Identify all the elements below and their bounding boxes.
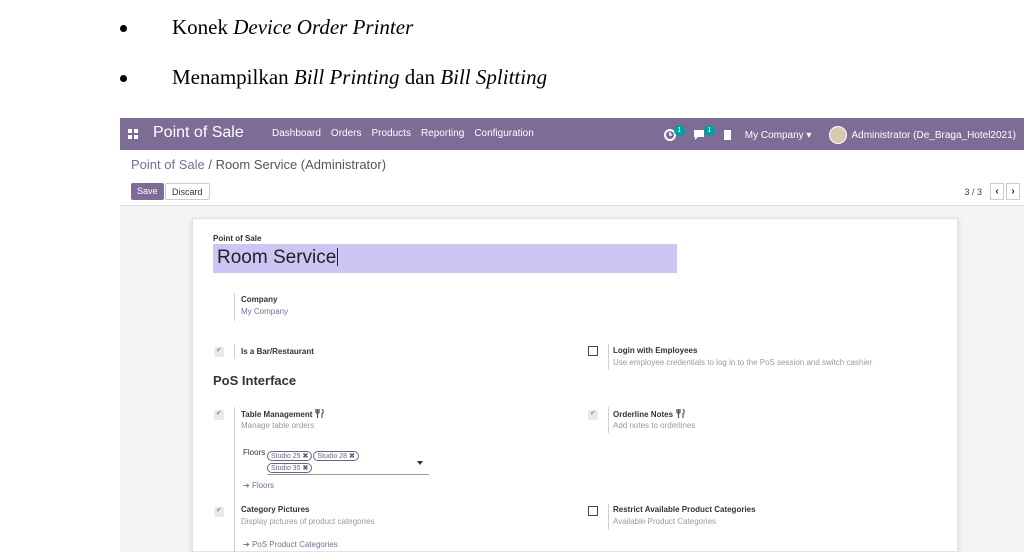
company-label: Company bbox=[241, 295, 278, 304]
dropdown-caret-icon[interactable] bbox=[417, 461, 423, 465]
arrow-right-icon: ➔ bbox=[243, 481, 252, 490]
form-sheet: Point of Sale Room Service Company My Co… bbox=[192, 218, 958, 552]
bullet-dot bbox=[120, 25, 127, 32]
bullet-italic-text: Bill Splitting bbox=[440, 65, 548, 89]
restrict-categories-checkbox[interactable] bbox=[588, 506, 598, 516]
company-switcher[interactable]: My Company ▾ bbox=[745, 130, 812, 141]
field-separator bbox=[234, 407, 235, 505]
menu-configuration[interactable]: Configuration bbox=[474, 128, 533, 139]
document-bullets: Konek Device Order Printer Menampilkan B… bbox=[0, 0, 1024, 112]
arrow-right-icon: ➔ bbox=[243, 540, 252, 549]
table-management-checkbox[interactable] bbox=[214, 409, 224, 420]
company-building-icon bbox=[723, 128, 733, 142]
floors-link[interactable]: ➔ Floors bbox=[243, 481, 274, 490]
company-value[interactable]: My Company bbox=[241, 307, 288, 316]
app-screenshot: Point of Sale Dashboard Orders Products … bbox=[120, 118, 1024, 552]
apps-menu-icon[interactable] bbox=[128, 129, 138, 139]
login-employees-checkbox[interactable] bbox=[588, 346, 598, 356]
remove-tag-icon[interactable]: ✖ bbox=[303, 465, 309, 472]
login-employees-label: Login with Employees bbox=[613, 346, 698, 355]
messages-badge: 1 bbox=[703, 125, 715, 136]
pager-value[interactable]: 3 / 3 bbox=[964, 187, 982, 197]
field-separator bbox=[608, 344, 609, 370]
utensils-icon bbox=[315, 409, 325, 418]
field-separator bbox=[234, 504, 235, 552]
bullet-italic-text: Device Order Printer bbox=[233, 15, 414, 39]
is-bar-label: Is a Bar/Restaurant bbox=[241, 347, 314, 356]
bullet-dot bbox=[120, 75, 127, 82]
orderline-notes-label: Orderline Notes bbox=[613, 409, 685, 419]
orderline-notes-description: Add notes to orderlines bbox=[613, 421, 696, 430]
field-separator bbox=[234, 293, 235, 321]
name-label: Point of Sale bbox=[213, 234, 262, 243]
pager-next-icon[interactable]: › bbox=[1006, 183, 1020, 200]
field-separator bbox=[234, 344, 235, 358]
bullet-italic-text: Bill Printing bbox=[293, 65, 400, 89]
breadcrumb-root-link[interactable]: Point of Sale bbox=[131, 157, 205, 172]
breadcrumb: Point of Sale / Room Service (Administra… bbox=[131, 157, 386, 172]
field-separator bbox=[608, 504, 609, 530]
pager-previous-icon[interactable]: ‹ bbox=[990, 183, 1004, 200]
restrict-categories-label: Restrict Available Product Categories bbox=[613, 505, 756, 514]
user-menu[interactable]: Administrator (De_Braga_Hotel2021) bbox=[851, 130, 1016, 141]
category-pictures-label: Category Pictures bbox=[241, 505, 310, 514]
is-bar-checkbox[interactable] bbox=[214, 346, 224, 357]
login-employees-description: Use employee credentials to log in to th… bbox=[613, 358, 873, 367]
breadcrumb-separator: / bbox=[204, 157, 216, 172]
bullet-text: Konek bbox=[172, 15, 234, 39]
user-avatar[interactable] bbox=[829, 126, 848, 144]
orderline-notes-checkbox[interactable] bbox=[588, 409, 598, 420]
pager: 3 / 3 ‹ › bbox=[964, 183, 1020, 200]
pos-name-input[interactable]: Room Service bbox=[213, 244, 677, 273]
category-pictures-description: Display pictures of product categories bbox=[241, 517, 375, 526]
menu-orders[interactable]: Orders bbox=[331, 128, 362, 139]
main-menu: Dashboard Orders Products Reporting Conf… bbox=[272, 128, 534, 139]
bullet-text: dan bbox=[399, 65, 441, 89]
floors-label: Floors bbox=[243, 448, 266, 457]
menu-products[interactable]: Products bbox=[371, 128, 410, 139]
utensils-icon bbox=[676, 409, 685, 418]
restrict-categories-description: Available Product Categories bbox=[613, 517, 717, 526]
table-management-label: Table Management bbox=[241, 409, 325, 419]
section-title: PoS Interface bbox=[213, 373, 297, 388]
navbar-systray: 1 1 My Company ▾ Administrator (De_Braga… bbox=[663, 125, 1016, 144]
save-button[interactable]: Save bbox=[131, 183, 164, 200]
control-panel: Point of Sale / Room Service (Administra… bbox=[120, 150, 1024, 206]
activity-clock-icon[interactable]: 1 bbox=[663, 125, 685, 142]
top-navbar: Point of Sale Dashboard Orders Products … bbox=[120, 118, 1024, 150]
breadcrumb-current: Room Service (Administrator) bbox=[215, 157, 387, 172]
table-management-description: Manage table orders bbox=[241, 421, 315, 430]
floor-tag[interactable]: Studio 35 ✖ bbox=[267, 463, 313, 473]
floors-many2many-field[interactable]: Studio 25 ✖ Studio 28 ✖ Studio 35 ✖ bbox=[267, 443, 429, 475]
activity-badge: 1 bbox=[673, 125, 685, 136]
remove-tag-icon[interactable]: ✖ bbox=[349, 453, 355, 460]
pos-categories-link[interactable]: ➔ PoS Product Categories bbox=[243, 540, 338, 549]
messages-chat-icon[interactable]: 1 bbox=[693, 125, 715, 142]
category-pictures-checkbox[interactable] bbox=[214, 506, 224, 517]
bullet-text: Menampilkan bbox=[172, 65, 294, 89]
menu-dashboard[interactable]: Dashboard bbox=[272, 128, 321, 139]
field-separator bbox=[608, 407, 609, 433]
menu-reporting[interactable]: Reporting bbox=[421, 128, 464, 139]
discard-button[interactable]: Discard bbox=[165, 183, 210, 200]
app-name[interactable]: Point of Sale bbox=[153, 124, 244, 142]
floor-tag[interactable]: Studio 28 ✖ bbox=[313, 451, 359, 461]
